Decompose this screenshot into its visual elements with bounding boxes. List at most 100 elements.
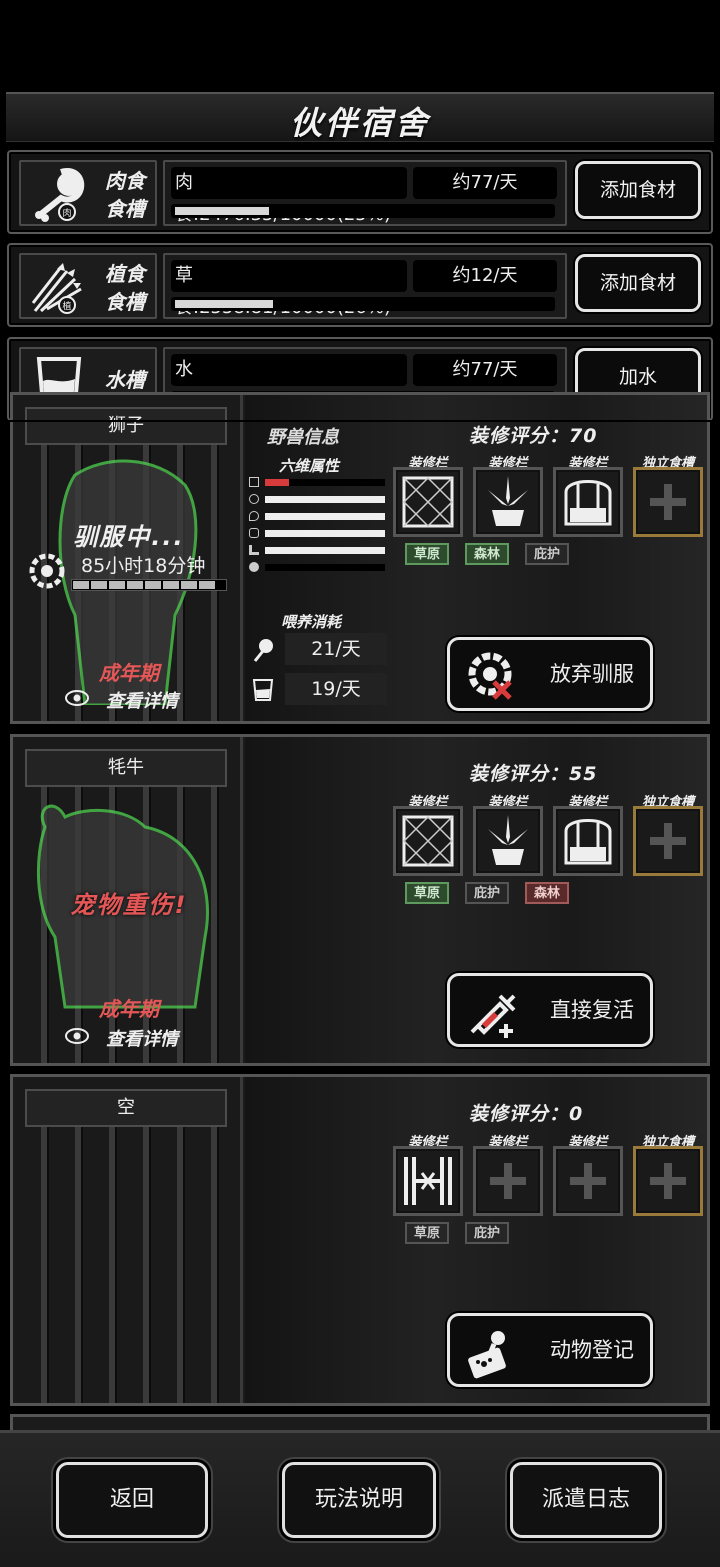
pet-name: 空 [25, 1089, 227, 1127]
top-black-area [0, 0, 720, 92]
stat-bar-6 [265, 564, 385, 571]
herb-trough-info: 草食:2558.81/10000(26%) 约12/天 [163, 253, 567, 319]
meat-trough-label-2: 食槽 [105, 197, 145, 221]
habitat-tag: 森林 [525, 882, 569, 904]
decor-slot-shelter[interactable] [553, 806, 623, 876]
plant-pot-icon [488, 476, 528, 526]
grass-icon: 植 [31, 263, 82, 314]
animal-register-label: 动物登记 [550, 1338, 634, 1362]
help-button[interactable]: 玩法说明 [282, 1462, 436, 1538]
fence-mesh-icon [402, 815, 454, 867]
decor-slot-fence[interactable] [393, 806, 463, 876]
stat-icon-6 [249, 562, 259, 572]
back-button[interactable]: 返回 [56, 1462, 208, 1538]
decor-slot-shelter[interactable] [553, 467, 623, 537]
pen-card-lion: 狮子 驯服中... 85小时18分钟 成年期 查看详情 野兽信息 装修评分：70… [10, 392, 710, 724]
taming-status: 驯服中... [73, 523, 185, 551]
stat-fill-2 [265, 496, 385, 503]
habitat-tag: 庇护 [525, 543, 569, 565]
abandon-taming-button[interactable]: 放弃驯服 [447, 637, 653, 711]
view-details-link[interactable]: 查看详情 [15, 687, 243, 713]
gate-icon [404, 1157, 452, 1205]
herb-trough-panel: 植 植食食槽 草食:2558.81/10000(26%) 约12/天 添加食材 [7, 243, 713, 327]
herb-days: 约12/天 [413, 260, 557, 292]
abandon-ring-icon [468, 652, 512, 700]
stat-bar-3 [265, 513, 385, 520]
stat-bar-4 [265, 530, 385, 537]
view-details-label: 查看详情 [106, 1029, 178, 1050]
cage-bars [15, 1117, 243, 1403]
dispatch-log-button[interactable]: 派遣日志 [510, 1462, 662, 1538]
shelter-icon [564, 480, 612, 526]
revive-label: 直接复活 [550, 998, 634, 1022]
stat-fill-3 [265, 513, 385, 520]
water-days: 约77/天 [413, 354, 557, 386]
taming-progress-bar [71, 579, 227, 591]
add-herb-button[interactable]: 添加食材 [575, 254, 701, 312]
decor-slot-empty[interactable] [553, 1146, 623, 1216]
habitat-tag: 草原 [405, 882, 449, 904]
cage[interactable]: 狮子 驯服中... 85小时18分钟 成年期 查看详情 [15, 395, 243, 721]
page-title: 伙伴宿舍 [289, 104, 430, 142]
herb-trough-label-box: 植 植食 食槽 [19, 253, 157, 319]
taming-progress-fill [73, 581, 218, 589]
herb-progress-fill [175, 300, 273, 308]
water-amount: 水份:2939.14/10000(30%) [171, 354, 407, 412]
cage[interactable]: 空 [15, 1077, 243, 1403]
decor-slot-empty[interactable] [473, 1146, 543, 1216]
register-stamp-icon [468, 1331, 506, 1379]
injury-status: 宠物重伤! [70, 891, 188, 919]
plus-icon [490, 1163, 526, 1199]
pet-name: 牦牛 [25, 749, 227, 787]
animal-register-button[interactable]: 动物登记 [447, 1313, 653, 1387]
herb-trough-label-2: 食槽 [105, 290, 145, 314]
plus-icon [650, 823, 686, 859]
svg-text:植: 植 [62, 300, 71, 312]
meat-trough-panel: 肉 肉食食槽 肉食:2476.35/10000(25%) 约77/天 添加食材 [7, 150, 713, 234]
stat-fill-4 [265, 530, 385, 537]
herb-progress-bar [171, 297, 555, 311]
syringe-icon [470, 994, 516, 1038]
plus-icon [570, 1163, 606, 1199]
stat-icon-2 [249, 494, 259, 504]
view-details-label: 查看详情 [106, 691, 178, 712]
eye-icon [65, 690, 89, 706]
view-details-link[interactable]: 查看详情 [15, 1025, 243, 1051]
feed-consumption-label: 喂养消耗 [281, 613, 342, 631]
herb-amount: 草食:2558.81/10000(26%) [171, 260, 407, 318]
stat-bar-2 [265, 496, 385, 503]
fence-mesh-icon [402, 476, 454, 528]
cage[interactable]: 牦牛 宠物重伤! 成年期 查看详情 [15, 737, 243, 1063]
plant-pot-icon [488, 815, 528, 865]
taming-timer: 85小时18分钟 [81, 555, 206, 577]
decor-slot-fence[interactable] [393, 467, 463, 537]
meat-trough-label-box: 肉 肉食 食槽 [19, 160, 157, 226]
decor-slot-plant[interactable] [473, 806, 543, 876]
stat-icon-3 [249, 511, 259, 521]
meat-small-icon [253, 639, 273, 662]
feeder-slot[interactable] [633, 1146, 703, 1216]
water-small-icon [252, 679, 274, 701]
revive-button[interactable]: 直接复活 [447, 973, 653, 1047]
divider [0, 420, 720, 422]
pen-card-empty: 空 装修评分：0 装修栏 装修栏 装修栏 独立食槽 草原 庇护 动物登记 [10, 1074, 710, 1406]
shelter-icon [564, 819, 612, 865]
decor-score: 装修评分：55 [469, 763, 598, 785]
feed-meat-value: 21/天 [285, 633, 387, 665]
taming-ring-icon [29, 553, 65, 589]
feeder-slot[interactable] [633, 806, 703, 876]
habitat-tag: 草原 [405, 543, 449, 565]
decor-score: 装修评分：0 [469, 1103, 584, 1125]
plus-icon [650, 484, 686, 520]
decor-score: 装修评分：70 [469, 425, 598, 447]
decor-slot-plant[interactable] [473, 467, 543, 537]
six-dim-label: 六维属性 [279, 457, 340, 475]
stat-icon-1 [249, 477, 259, 487]
decor-slot-gate[interactable] [393, 1146, 463, 1216]
stat-fill-1 [265, 479, 289, 486]
pen-card-yak: 牦牛 宠物重伤! 成年期 查看详情 装修评分：55 装修栏 装修栏 装修栏 独立… [10, 734, 710, 1066]
stat-bar-1 [265, 479, 385, 486]
meat-icon: 肉 [35, 168, 85, 222]
feeder-slot[interactable] [633, 467, 703, 537]
add-meat-button[interactable]: 添加食材 [575, 161, 701, 219]
